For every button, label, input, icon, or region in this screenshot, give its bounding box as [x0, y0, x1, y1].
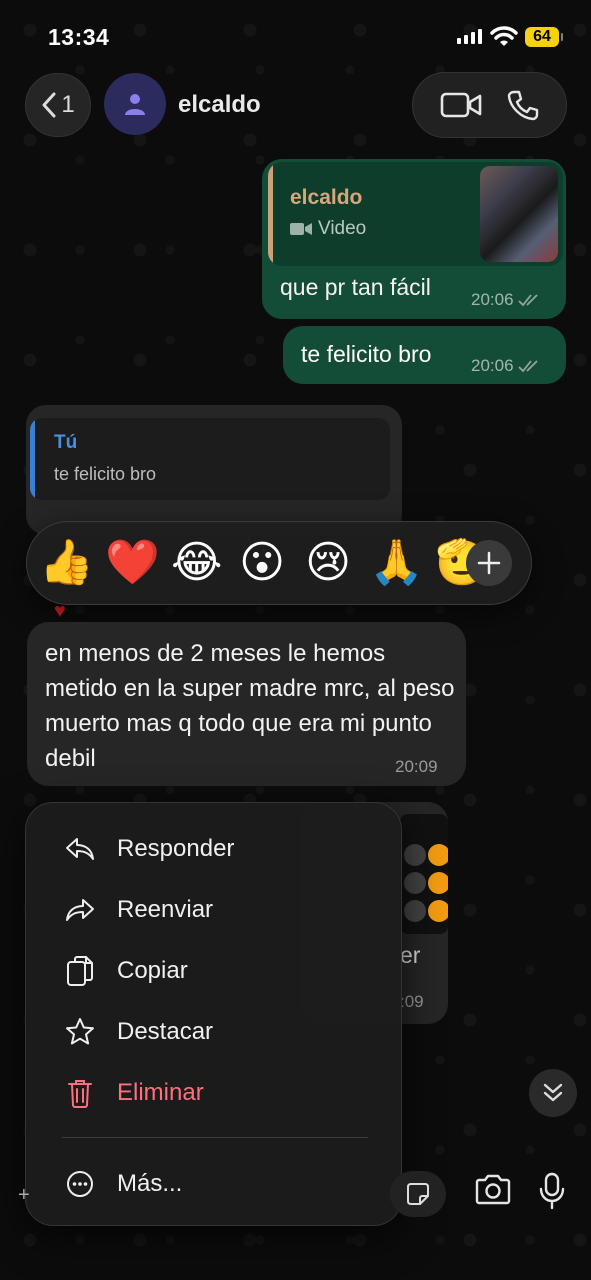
message-text: en menos de 2 meses le hemos metido en l… [45, 640, 455, 772]
reaction-pray[interactable]: 🙏 [369, 541, 424, 585]
menu-label: Eliminar [117, 1079, 204, 1106]
plus-icon [477, 551, 501, 575]
sticker-button[interactable] [390, 1171, 446, 1217]
video-icon [290, 223, 312, 235]
battery-indicator: 64 [525, 27, 563, 47]
menu-label: Reenviar [117, 896, 214, 923]
reply-icon [64, 833, 96, 865]
outgoing-message-2[interactable]: te felicito bro 20:06 [283, 326, 566, 384]
double-check-icon [517, 360, 538, 373]
menu-item-forward[interactable]: Reenviar [26, 880, 403, 940]
message-time: 20:06 [471, 290, 542, 310]
reaction-laugh[interactable]: 😂 [171, 541, 222, 585]
quote-author: elcaldo [290, 186, 363, 209]
message-time: 20:06 [471, 356, 542, 376]
quote-bar [30, 418, 35, 500]
person-icon [125, 94, 145, 115]
video-thumbnail[interactable] [480, 166, 558, 262]
wifi-icon [490, 26, 518, 46]
double-check-icon [517, 294, 538, 307]
message-text: que pr tan fácil [280, 274, 431, 300]
status-time: 13:34 [48, 24, 110, 50]
reaction-surprised[interactable]: 😮 [237, 541, 287, 585]
reply-quote[interactable]: Tú te felicito bro [30, 418, 390, 500]
message-time-fragment: :09 [400, 992, 424, 1011]
camera-icon[interactable] [474, 1174, 512, 1206]
quote-bar [268, 162, 273, 266]
quote-type-label: Video [318, 218, 367, 239]
copy-icon [64, 955, 96, 987]
contact-avatar[interactable] [104, 73, 166, 135]
time-label: 20:06 [471, 290, 514, 309]
message-text-fragment: er [400, 942, 421, 968]
message-context-menu: Responder Reenviar Copiar Destacar Elimi… [25, 802, 402, 1226]
menu-item-reply[interactable]: Responder [26, 819, 403, 879]
back-button[interactable]: 1 [25, 73, 91, 137]
quote-text: te felicito bro [54, 464, 157, 484]
menu-item-copy[interactable]: Copiar [26, 941, 403, 1001]
menu-item-more[interactable]: Más... [26, 1154, 403, 1214]
menu-label: Copiar [117, 957, 188, 984]
cellular-signal-icon [457, 29, 482, 44]
menu-divider [62, 1137, 368, 1138]
status-bar: 13:34 64 [0, 0, 591, 70]
call-buttons-group [412, 72, 567, 138]
scroll-to-bottom-button[interactable] [529, 1069, 577, 1117]
menu-item-delete[interactable]: Eliminar [26, 1063, 403, 1123]
double-chevron-down-icon [543, 1083, 563, 1102]
time-label: 20:06 [471, 356, 514, 375]
more-icon [64, 1168, 96, 1200]
contact-name[interactable]: elcaldo [178, 91, 261, 119]
selected-message[interactable]: en menos de 2 meses le hemos metido en l… [27, 622, 466, 786]
menu-label: Más... [117, 1170, 183, 1197]
message-time: 20:09 [395, 757, 438, 776]
reaction-picker: 👍 ❤️ 😂 😮 😢 🙏 🫡 [26, 521, 532, 605]
microphone-icon[interactable] [538, 1172, 566, 1210]
reaction-heart[interactable]: ❤️ [105, 541, 160, 585]
attach-icon[interactable]: + [18, 1184, 30, 1207]
quoted-video-message[interactable]: elcaldo Video [268, 162, 563, 266]
star-icon [64, 1016, 96, 1048]
menu-label: Destacar [117, 1018, 214, 1045]
more-reactions-button[interactable] [466, 540, 512, 586]
image-thumbnail [400, 814, 448, 934]
video-call-icon[interactable] [440, 91, 482, 119]
menu-item-star[interactable]: Destacar [26, 1002, 403, 1062]
chevron-left-icon [42, 92, 56, 118]
reaction-sad[interactable]: 😢 [303, 541, 353, 585]
sticker-icon [407, 1183, 429, 1205]
quote-type: Video [290, 218, 366, 240]
voice-call-icon[interactable] [507, 89, 539, 121]
quote-author: Tú [54, 432, 78, 453]
reaction-thumbs-up[interactable]: 👍 [39, 541, 94, 585]
message-text: te felicito bro [301, 341, 432, 367]
forward-icon [64, 894, 96, 926]
trash-icon [64, 1077, 96, 1109]
unread-count: 1 [61, 91, 75, 118]
menu-label: Responder [117, 835, 235, 862]
